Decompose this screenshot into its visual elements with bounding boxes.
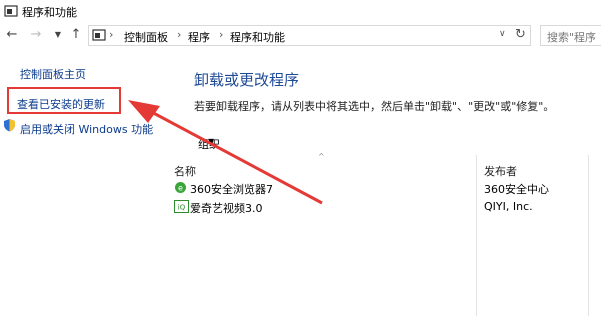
address-bar[interactable]: › 控制面板 › 程序 › 程序和功能 ∨ ↻ (88, 25, 531, 46)
control-panel-home-link[interactable]: 控制面板主页 (20, 66, 86, 82)
breadcrumb-programs-features[interactable]: 程序和功能 (230, 29, 285, 45)
program-publisher: QIYI, Inc. (484, 200, 533, 213)
address-dropdown-icon[interactable]: ∨ (499, 29, 506, 39)
title-bar: 程序和功能 (0, 0, 601, 22)
search-placeholder: 搜索"程序 (547, 31, 597, 44)
control-panel-icon (4, 5, 18, 17)
shield-icon (4, 119, 15, 132)
breadcrumb-control-panel[interactable]: 控制面板 (124, 29, 168, 45)
up-arrow-icon[interactable]: ↑ (68, 27, 84, 43)
breadcrumb-programs[interactable]: 程序 (188, 29, 210, 45)
refresh-icon[interactable]: ↻ (515, 27, 526, 42)
list-toolbar: 组织 ▼ (170, 132, 601, 154)
page-description: 若要卸载程序，请从列表中将其选中，然后单击"卸载"、"更改"或"修复"。 (194, 100, 555, 113)
breadcrumb-separator: › (109, 28, 114, 41)
program-name: 360安全浏览器7 (190, 183, 273, 196)
360-browser-icon: e (175, 182, 186, 193)
windows-features-link[interactable]: 启用或关闭 Windows 功能 (20, 121, 153, 137)
chevron-down-icon[interactable]: ▼ (50, 27, 66, 43)
view-installed-updates-link[interactable]: 查看已安装的更新 (17, 96, 105, 112)
breadcrumb-separator: › (219, 28, 224, 41)
window-title: 程序和功能 (22, 6, 77, 19)
control-panel-icon (92, 29, 106, 41)
list-item[interactable]: iQ 爱奇艺视频3.0 QIYI, Inc. (172, 198, 601, 217)
column-header-publisher[interactable]: 发布者 (484, 163, 517, 179)
sort-caret-icon: ^ (318, 152, 325, 161)
program-name: 爱奇艺视频3.0 (190, 202, 263, 215)
svg-text:iQ: iQ (178, 204, 186, 212)
back-arrow-icon[interactable]: ← (4, 27, 20, 43)
search-input[interactable]: 搜索"程序 (540, 25, 601, 46)
svg-text:e: e (178, 184, 183, 193)
list-item[interactable]: e 360安全浏览器7 360安全中心 (172, 179, 601, 198)
breadcrumb-separator: › (177, 28, 182, 41)
chevron-down-icon[interactable]: ▼ (208, 137, 214, 146)
forward-arrow-icon[interactable]: → (28, 27, 44, 43)
program-publisher: 360安全中心 (484, 183, 549, 196)
page-heading: 卸载或更改程序 (194, 71, 300, 89)
column-header-name[interactable]: 名称 (174, 163, 196, 179)
iqiyi-icon: iQ (174, 200, 189, 213)
navigation-bar: ← → ▼ ↑ › 控制面板 › 程序 › 程序和功能 ∨ ↻ 搜索"程序 (0, 22, 601, 50)
